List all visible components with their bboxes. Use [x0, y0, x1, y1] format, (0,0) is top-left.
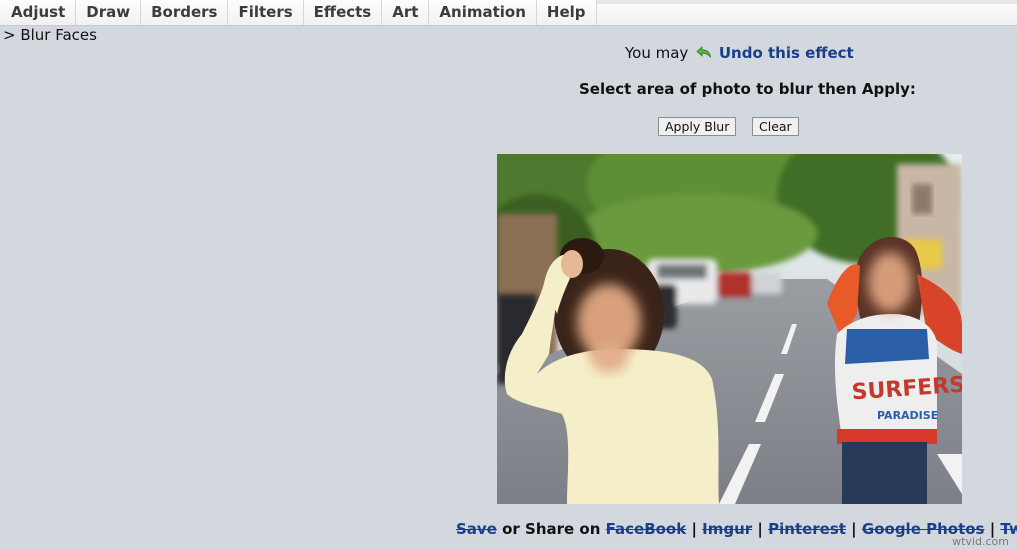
instruction-text: Select area of photo to blur then Apply: [579, 80, 916, 98]
undo-prefix-text: You may [625, 44, 689, 62]
undo-effect-link[interactable]: Undo this effect [719, 44, 854, 62]
separator: | [752, 520, 769, 538]
undo-arrow-icon[interactable] [696, 45, 712, 59]
menu-animation[interactable]: Animation [429, 0, 537, 25]
share-line: Save or Share on FaceBook | Imgur | Pint… [456, 520, 1017, 538]
menu-art[interactable]: Art [382, 0, 430, 25]
undo-line: You may Undo this effect [625, 44, 854, 62]
watermark: wtvid.com [952, 535, 1009, 548]
separator: | [686, 520, 703, 538]
share-facebook-link[interactable]: FaceBook [606, 520, 687, 538]
or-share-text: or Share on [496, 520, 606, 538]
apply-blur-button[interactable]: Apply Blur [658, 117, 737, 136]
menu-help[interactable]: Help [537, 0, 597, 25]
separator: | [845, 520, 862, 538]
street-photo-image: SURFERS PARADISE [497, 154, 962, 504]
share-pinterest-link[interactable]: Pinterest [768, 520, 846, 538]
svg-text:PARADISE: PARADISE [877, 409, 938, 422]
menu-adjust[interactable]: Adjust [0, 0, 77, 25]
menu-draw[interactable]: Draw [76, 0, 142, 25]
menu-effects[interactable]: Effects [304, 0, 383, 25]
share-imgur-link[interactable]: Imgur [702, 520, 752, 538]
top-menu-bar: Adjust Draw Borders Filters Effects Art … [0, 0, 1017, 26]
photo-canvas[interactable]: SURFERS PARADISE [497, 154, 962, 504]
clear-button[interactable]: Clear [752, 117, 799, 136]
menu-filters[interactable]: Filters [228, 0, 304, 25]
save-link[interactable]: Save [456, 520, 497, 538]
menu-borders[interactable]: Borders [141, 0, 229, 25]
menu-bar-filler [596, 0, 1017, 25]
breadcrumb: > Blur Faces [3, 26, 97, 44]
